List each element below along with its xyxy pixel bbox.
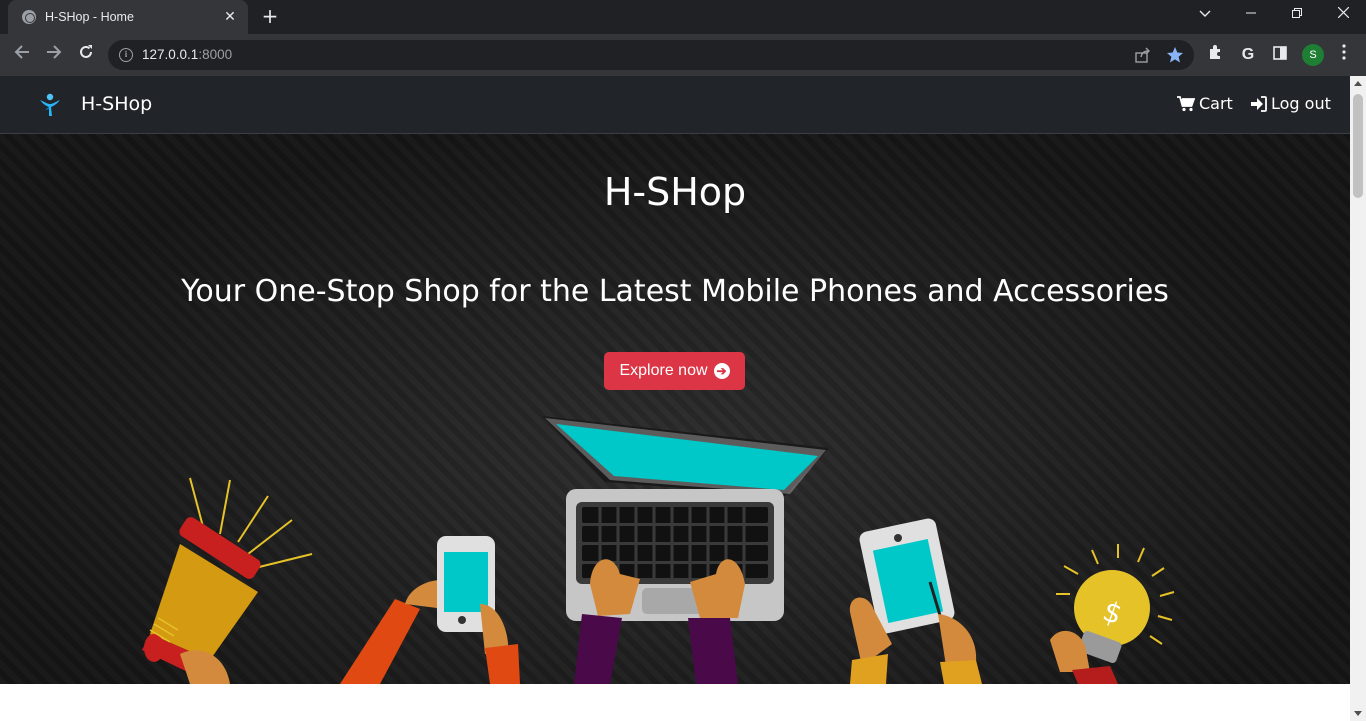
sign-out-icon	[1251, 95, 1267, 112]
explore-now-label: Explore now	[619, 362, 708, 379]
nav-logout-label: Log out	[1271, 94, 1331, 113]
cart-icon	[1177, 95, 1195, 111]
close-window-icon[interactable]	[1320, 0, 1366, 30]
brand-name: H-SHop	[81, 93, 153, 115]
new-tab-button[interactable]: +	[258, 5, 282, 29]
forward-icon[interactable]	[41, 42, 67, 68]
extensions-icon[interactable]	[1205, 44, 1227, 66]
phone-illustration	[340, 536, 520, 684]
nav-cart-link[interactable]: Cart	[1177, 94, 1233, 113]
globe-icon	[22, 10, 36, 24]
browser-tab[interactable]: H-SHop - Home ✕	[8, 0, 248, 34]
reload-icon[interactable]	[73, 42, 99, 68]
hero-illustration: $	[142, 416, 1175, 684]
share-icon[interactable]	[1134, 46, 1152, 68]
arrow-circle-right-icon: ➔	[713, 363, 730, 379]
url-text[interactable]: 127.0.0.1:8000	[142, 47, 232, 62]
megaphone-illustration	[142, 477, 313, 684]
brand-link[interactable]: H-SHop	[36, 90, 152, 118]
scroll-up-icon[interactable]	[1354, 81, 1362, 86]
bookmark-star-icon[interactable]	[1166, 46, 1184, 68]
hero-title: H-SHop	[603, 170, 747, 214]
scroll-down-icon[interactable]	[1354, 711, 1362, 716]
scrollbar-thumb[interactable]	[1353, 94, 1363, 198]
brand-logo-icon	[40, 93, 60, 116]
tab-search-icon[interactable]	[1182, 0, 1228, 30]
tablet-illustration	[849, 518, 982, 684]
hero-banner: H-SHop Your One-Stop Shop for the Latest…	[0, 134, 1350, 684]
back-icon[interactable]	[9, 42, 35, 68]
explore-now-button[interactable]: Explore now ➔	[604, 352, 745, 390]
restore-icon[interactable]	[1274, 0, 1320, 30]
minimize-icon[interactable]	[1228, 0, 1274, 30]
site-info-icon[interactable]: i	[119, 48, 133, 62]
lightbulb-illustration: $	[1050, 544, 1175, 684]
browser-toolbar: i 127.0.0.1:8000	[0, 34, 1366, 76]
side-panel-icon[interactable]	[1269, 44, 1291, 66]
site-navbar: H-SHop Cart Log out	[0, 76, 1350, 134]
hero-subtitle: Your One-Stop Shop for the Latest Mobile…	[181, 274, 1169, 309]
google-icon[interactable]: G	[1237, 44, 1259, 66]
profile-avatar[interactable]: S	[1302, 44, 1324, 66]
tab-title: H-SHop - Home	[45, 10, 134, 24]
browser-tab-strip: H-SHop - Home ✕ +	[0, 0, 1366, 34]
nav-logout-link[interactable]: Log out	[1250, 94, 1331, 113]
laptop-illustration	[542, 416, 829, 684]
page-viewport: H-SHop Cart Log out H-SHop Your One-Stop…	[0, 76, 1350, 721]
nav-cart-label: Cart	[1199, 94, 1233, 113]
page-scrollbar[interactable]	[1350, 76, 1366, 721]
menu-kebab-icon[interactable]	[1333, 44, 1355, 66]
tab-close-icon[interactable]: ✕	[222, 9, 238, 25]
address-bar[interactable]: i 127.0.0.1:8000	[108, 40, 1194, 70]
